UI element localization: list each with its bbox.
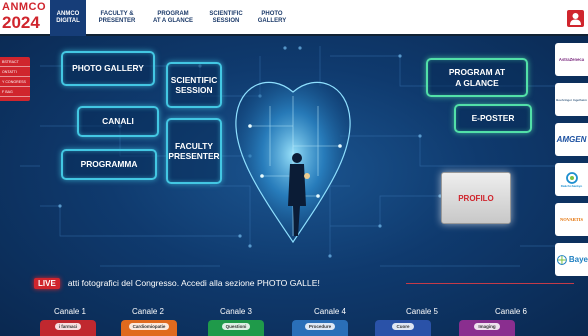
bayer-cross-icon xyxy=(557,254,567,265)
scientific-session-panel[interactable]: SCIENTIFIC SESSION xyxy=(166,62,222,108)
heart-circuit-graphic xyxy=(235,81,351,244)
tab-faculty-presenter[interactable]: FACULTY & PRESENTER xyxy=(94,0,140,36)
faculty-presenter-panel[interactable]: FACULTY PRESENTER xyxy=(166,118,222,184)
sponsor-column: AstraZeneca Boehringer Ingelheim AMGEN D… xyxy=(555,43,588,276)
channel-1-thumbnail[interactable]: i farmaci xyxy=(40,320,96,336)
daiichi-logo-icon xyxy=(565,171,578,184)
channel-label: Canale 3 xyxy=(219,307,253,316)
photo-gallery-panel[interactable]: PHOTO GALLERY xyxy=(61,51,155,86)
canali-panel[interactable]: CANALI xyxy=(77,106,159,137)
channel-5-thumbnail[interactable]: Cuore xyxy=(375,320,431,336)
sponsor-bayer[interactable]: Baye xyxy=(555,243,588,276)
live-badge[interactable]: LIVE xyxy=(34,277,60,289)
live-divider-line xyxy=(405,282,574,284)
channel-label: Canale 5 xyxy=(405,307,439,316)
anmco-logo[interactable]: ANMCO 2024 xyxy=(2,2,46,34)
sponsor-name: AstraZeneca xyxy=(558,57,585,62)
channel-2-thumbnail[interactable]: Cardiomiopatie xyxy=(121,320,177,336)
tab-anmco-digital[interactable]: ANMCO DIGITAL xyxy=(50,0,86,36)
logo-line2: 2024 xyxy=(2,13,40,32)
sponsor-name: AMGEN xyxy=(556,135,587,144)
user-account-button[interactable] xyxy=(567,10,584,27)
sponsor-boehringer[interactable]: Boehringer Ingelheim xyxy=(555,83,588,116)
channel-thumb-title: Imaging xyxy=(474,323,500,330)
program-at-a-glance-panel[interactable]: PROGRAM AT A GLANCE xyxy=(426,58,528,97)
profilo-button[interactable]: PROFILO xyxy=(441,172,511,224)
channel-thumb-title: Cuore xyxy=(392,323,414,330)
left-side-menu: BSTRACT ONTATTI Y CONGRESS F BAG xyxy=(0,57,30,101)
sponsor-daiichi-sankyo[interactable]: Daiichi-Sankyo xyxy=(555,163,588,196)
tab-program-at-a-glance[interactable]: PROGRAM AT A GLANCE xyxy=(148,0,198,36)
channel-label: Canale 4 xyxy=(313,307,347,316)
sponsor-amgen[interactable]: AMGEN xyxy=(555,123,588,156)
sponsor-name: Baye xyxy=(568,255,588,264)
tab-photo-gallery[interactable]: PHOTO GALLERY xyxy=(255,0,289,36)
left-menu-item-abstract[interactable]: BSTRACT xyxy=(0,57,30,67)
left-menu-item-contatti[interactable]: ONTATTI xyxy=(0,67,30,77)
sponsor-name: Daiichi-Sankyo xyxy=(560,183,583,188)
channel-thumb-title: Cardiomiopatie xyxy=(128,323,170,330)
channel-6-thumbnail[interactable]: Imaging xyxy=(459,320,515,336)
tab-scientific-session[interactable]: SCIENTIFIC SESSION xyxy=(204,0,248,36)
e-poster-panel[interactable]: E-POSTER xyxy=(454,104,532,133)
top-nav-bar: ANMCO 2024 ANMCO DIGITAL FACULTY & PRESE… xyxy=(0,0,588,36)
sponsor-name: NOVARTIS xyxy=(559,217,584,222)
live-ticker-text: atti fotografici del Congresso. Accedi a… xyxy=(67,278,320,288)
left-menu-item-my-congress[interactable]: Y CONGRESS xyxy=(0,77,30,87)
sponsor-astrazeneca[interactable]: AstraZeneca xyxy=(555,43,588,76)
channel-label: Canale 6 xyxy=(494,307,528,316)
left-menu-item-bag[interactable]: F BAG xyxy=(0,87,30,97)
channel-thumb-title: Questioni xyxy=(221,323,251,330)
channel-label: Canale 2 xyxy=(131,307,165,316)
live-ticker-row: LIVE atti fotografici del Congresso. Acc… xyxy=(34,276,574,290)
sponsor-name: Boehringer Ingelheim xyxy=(556,97,587,102)
user-icon xyxy=(570,13,581,25)
channel-label: Canale 1 xyxy=(53,307,87,316)
channel-thumb-title: Procedure xyxy=(304,323,336,330)
channel-4-thumbnail[interactable]: Procedure xyxy=(292,320,348,336)
programma-panel[interactable]: PROGRAMMA xyxy=(61,149,157,180)
channel-3-thumbnail[interactable]: Questioni xyxy=(208,320,264,336)
channel-thumb-title: i farmaci xyxy=(54,323,82,330)
sponsor-novartis[interactable]: NOVARTIS xyxy=(555,203,588,236)
logo-line1: ANMCO xyxy=(2,1,47,13)
